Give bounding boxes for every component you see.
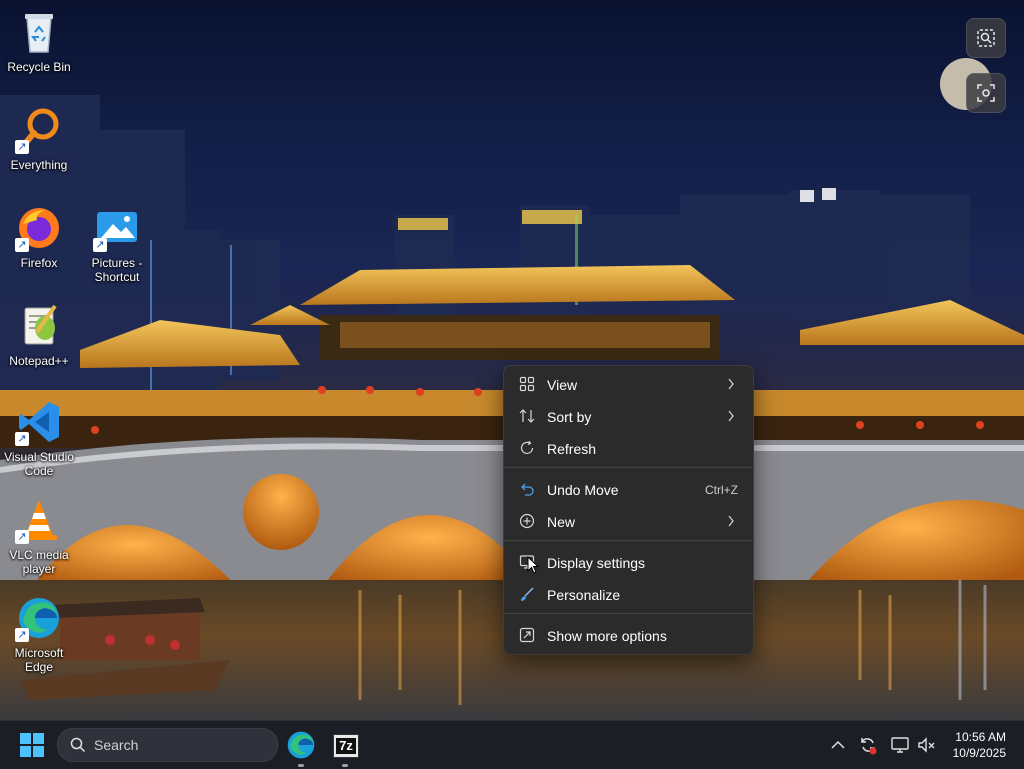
clock-date: 10/9/2025 <box>952 746 1006 760</box>
search-icon <box>70 737 86 753</box>
desktop-icon-label: Microsoft Edge <box>14 646 64 674</box>
desktop-icon-label: Pictures - Shortcut <box>91 256 143 284</box>
shortcut-arrow-icon: ↗ <box>15 432 29 446</box>
menu-item-sort-by[interactable]: Sort by <box>508 401 749 431</box>
menu-item-undo-move[interactable]: Undo Move Ctrl+Z <box>508 474 749 504</box>
taskbar-clock[interactable]: 10:56 AM 10/9/2025 <box>936 729 1006 761</box>
image-search-icon <box>977 29 995 47</box>
taskbar-app-7zip[interactable]: 7z <box>329 729 361 767</box>
chevron-right-icon <box>728 410 734 422</box>
vlc-icon: ↗ <box>15 496 63 544</box>
shortcut-arrow-icon: ↗ <box>15 628 29 642</box>
clock-time: 10:56 AM <box>955 730 1006 744</box>
menu-item-show-more-options[interactable]: Show more options <box>508 620 749 650</box>
menu-item-label: New <box>547 514 576 530</box>
sort-icon <box>519 409 535 423</box>
running-indicator <box>298 764 304 767</box>
refresh-icon <box>520 440 534 454</box>
grid-view-icon <box>519 376 535 392</box>
menu-separator <box>504 613 753 614</box>
volume-muted-icon[interactable] <box>916 735 936 755</box>
everything-search-icon: ↗ <box>15 106 63 154</box>
shortcut-arrow-icon: ↗ <box>93 238 107 252</box>
edge-icon: ↗ <box>15 594 63 642</box>
menu-item-label: Undo Move <box>547 482 619 498</box>
visual-search-button[interactable] <box>966 18 1006 58</box>
undo-icon <box>521 483 534 496</box>
desktop-icon-pictures-shortcut[interactable]: ↗ Pictures - Shortcut <box>79 204 155 284</box>
menu-item-label: View <box>547 377 578 393</box>
taskbar-app-edge[interactable] <box>285 729 317 767</box>
mouse-cursor-icon <box>527 556 539 574</box>
menu-separator <box>504 467 753 468</box>
menu-separator <box>504 540 753 541</box>
brush-icon <box>521 587 534 601</box>
menu-item-refresh[interactable]: Refresh <box>508 433 749 463</box>
desktop-icon-notepad-plus-plus[interactable]: Notepad++ <box>1 302 77 368</box>
recycle-bin-icon <box>15 8 63 56</box>
menu-item-shortcut: Ctrl+Z <box>705 483 738 497</box>
new-plus-icon <box>519 513 535 529</box>
chevron-up-icon[interactable] <box>828 735 848 755</box>
desktop-icon-vlc[interactable]: ↗ VLC media player <box>1 496 77 576</box>
vscode-icon: ↗ <box>15 398 63 446</box>
notepad-plus-plus-icon <box>15 302 63 350</box>
menu-item-label: Sort by <box>547 409 592 425</box>
menu-item-label: Refresh <box>547 441 597 457</box>
windows-logo-icon <box>20 733 44 757</box>
shortcut-arrow-icon: ↗ <box>15 238 29 252</box>
network-icon[interactable] <box>890 735 910 755</box>
menu-item-label: Personalize <box>547 587 621 603</box>
menu-item-label: Show more options <box>547 628 667 644</box>
start-button[interactable] <box>20 733 44 757</box>
shortcut-arrow-icon: ↗ <box>15 140 29 154</box>
menu-item-new[interactable]: New <box>508 506 749 536</box>
pictures-folder-icon: ↗ <box>93 204 141 252</box>
menu-item-display-settings[interactable]: Display settings <box>508 547 749 577</box>
firefox-icon: ↗ <box>15 204 63 252</box>
screen-capture-icon <box>977 84 995 102</box>
desktop-icon-microsoft-edge[interactable]: ↗ Microsoft Edge <box>1 594 77 674</box>
sync-icon[interactable] <box>858 735 878 755</box>
menu-item-personalize[interactable]: Personalize <box>508 579 749 609</box>
desktop-context-menu: View Sort by Refresh Undo Move Ctrl+Z Ne… <box>503 365 754 655</box>
7zip-icon: 7z <box>333 734 359 758</box>
taskbar-search-box[interactable]: Search <box>57 728 278 762</box>
chevron-right-icon <box>728 515 734 527</box>
desktop-icon-label: Recycle Bin <box>7 60 71 74</box>
desktop-icon-label: Everything <box>10 158 68 172</box>
menu-item-view[interactable]: View <box>508 369 749 399</box>
screen-capture-button[interactable] <box>966 73 1006 113</box>
desktop-icon-label: Firefox <box>20 256 58 270</box>
search-placeholder: Search <box>94 737 139 753</box>
desktop-icon-label: Notepad++ <box>9 354 69 368</box>
taskbar: Search 7z 10:56 AM 10/9/2025 <box>0 720 1024 769</box>
edge-icon <box>287 731 315 759</box>
desktop-icon-firefox[interactable]: ↗ Firefox <box>1 204 77 270</box>
desktop-icon-vscode[interactable]: ↗ Visual Studio Code <box>1 398 77 478</box>
desktop-icon-label: Visual Studio Code <box>4 450 74 478</box>
more-options-icon <box>519 627 535 643</box>
desktop-icon-everything[interactable]: ↗ Everything <box>1 106 77 172</box>
menu-item-label: Display settings <box>547 555 646 571</box>
desktop-icon-recycle-bin[interactable]: Recycle Bin <box>1 8 77 74</box>
chevron-right-icon <box>728 378 734 390</box>
app-icon-label: 7z <box>336 738 356 754</box>
desktop-icon-label: VLC media player <box>9 548 69 576</box>
shortcut-arrow-icon: ↗ <box>15 530 29 544</box>
running-indicator <box>342 764 348 767</box>
